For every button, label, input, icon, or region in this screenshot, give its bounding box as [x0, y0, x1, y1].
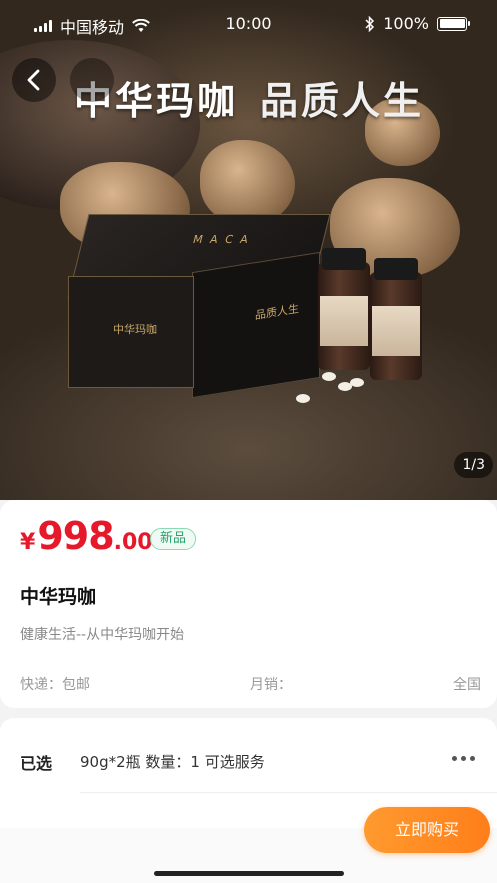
product-box-front: 中华玛咖 [68, 276, 194, 388]
price-currency: ¥ [20, 530, 36, 555]
pill [350, 378, 364, 387]
product-bottle-2 [370, 258, 422, 380]
maca-root-1 [200, 140, 295, 225]
carousel-page-indicator: 1/3 [454, 452, 493, 478]
price: ¥ 998 .00 [20, 514, 153, 558]
box-logo-text: 中华玛咖 [113, 323, 157, 336]
status-right: 100% [365, 14, 470, 33]
selected-spec[interactable]: 90g*2瓶 数量：1 可选服务 [80, 751, 265, 772]
product-subtitle: 健康生活--从中华玛咖开始 [20, 627, 185, 643]
price-decimal: .00 [113, 530, 153, 555]
product-name: 中华玛咖 [20, 586, 97, 608]
back-button[interactable] [12, 58, 56, 102]
selected-label: 已选 [20, 754, 53, 773]
share-button[interactable] [70, 58, 114, 102]
box-side-text: 品质人生 [255, 302, 299, 323]
product-box-side: 品质人生 [192, 251, 320, 399]
battery-percentage: 100% [383, 14, 429, 33]
price-integer: 998 [37, 514, 114, 558]
battery-icon [437, 16, 470, 31]
pill [296, 394, 310, 403]
bluetooth-icon [365, 15, 375, 32]
buy-now-button[interactable]: 立即购买 [364, 807, 490, 853]
banner-title: 中华玛咖 品质人生 [74, 70, 424, 125]
pill [322, 372, 336, 381]
divider [80, 792, 497, 793]
monthly-sales: 月销： [250, 677, 292, 693]
shipping-info: 快递：包邮 [20, 677, 90, 693]
box-top-text: M A C A [191, 233, 252, 246]
product-bottle-1 [318, 248, 370, 370]
chevron-left-icon [27, 69, 40, 91]
new-badge: 新品 [150, 528, 197, 550]
home-indicator [154, 871, 344, 876]
region: 全国 [453, 677, 481, 693]
banner-title-right: 品质人生 [260, 79, 425, 123]
status-bar: 中国移动 10:00 100% [0, 0, 497, 46]
more-icon[interactable] [452, 756, 475, 761]
